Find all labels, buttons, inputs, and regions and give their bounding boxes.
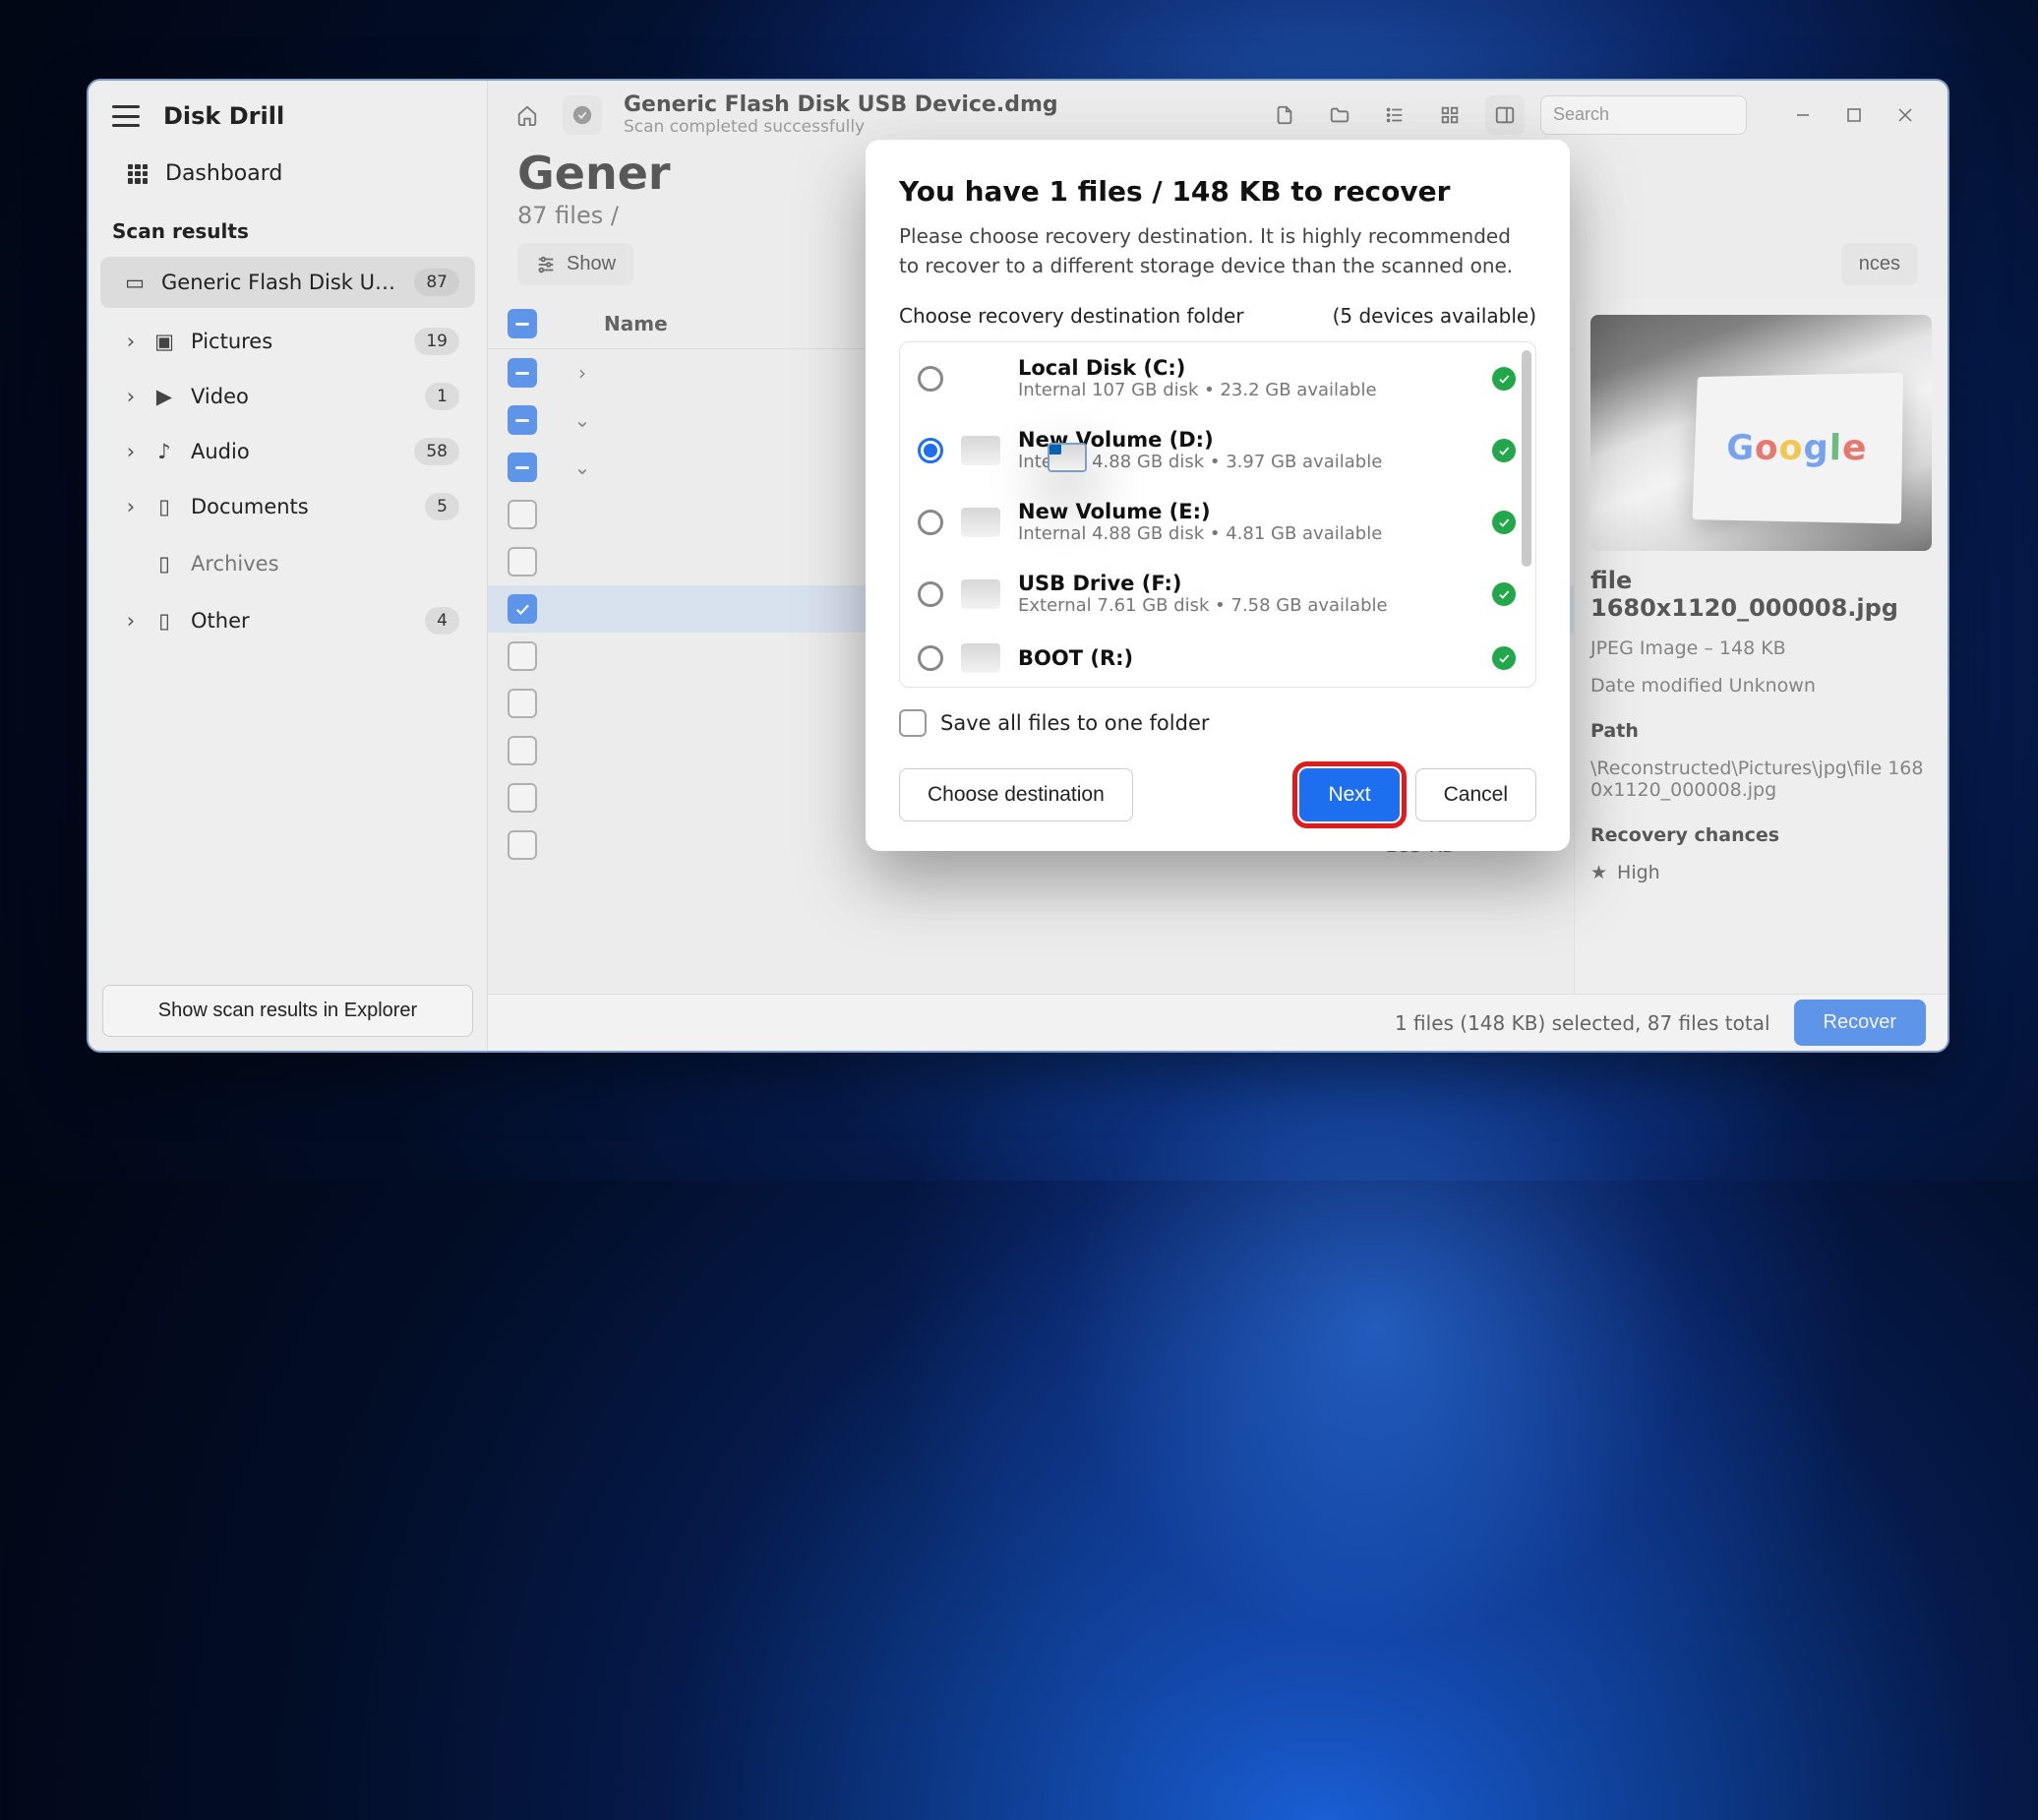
sidebar-item-video[interactable]: › ▶ Video 1 [100,371,475,422]
document-icon: ▯ [153,609,175,633]
modal-overlay: You have 1 files / 148 KB to recover Ple… [488,81,1948,1051]
destination-name: New Volume (E:) [1018,500,1474,523]
status-ok-icon [1492,582,1516,606]
destination-option[interactable]: New Volume (D:)Internal 4.88 GB disk • 3… [900,414,1535,486]
sidebar-item-documents[interactable]: › ▯ Documents 5 [100,481,475,532]
sidebar-item-count: 87 [414,269,459,296]
dialog-description: Please choose recovery destination. It i… [899,221,1536,280]
drive-icon [961,436,1000,465]
status-ok-icon [1492,367,1516,391]
drive-icon: ▭ [124,271,146,294]
archive-icon: ▯ [153,552,175,576]
sidebar-item-count: 4 [425,607,459,635]
drive-icon [961,579,1000,609]
destination-radio[interactable] [918,438,943,463]
destination-radio[interactable] [918,510,943,535]
destination-radio[interactable] [918,645,943,671]
choose-destination-button[interactable]: Choose destination [899,768,1133,821]
chevron-right-icon: › [124,330,138,353]
video-icon: ▶ [153,385,175,408]
sidebar-item-pictures[interactable]: › ▣ Pictures 19 [100,316,475,367]
chevron-right-icon: › [124,440,138,463]
destination-info: External 7.61 GB disk • 7.58 GB availabl… [1018,595,1474,616]
destination-name: USB Drive (F:) [1018,572,1474,595]
chevron-right-icon: › [124,609,138,633]
save-one-label: Save all files to one folder [940,711,1210,735]
devices-available-label: (5 devices available) [1333,304,1536,328]
destination-list: Local Disk (C:)Internal 107 GB disk • 23… [899,341,1536,688]
sidebar-item-label: Audio [191,440,398,463]
sidebar-item-device[interactable]: ▭ Generic Flash Disk USB D… 87 [100,257,475,308]
sidebar-item-label: Generic Flash Disk USB D… [161,271,398,294]
destination-option[interactable]: USB Drive (F:)External 7.61 GB disk • 7.… [900,558,1535,630]
dashboard-icon [128,164,148,184]
sidebar-item-count: 1 [425,383,459,410]
destination-name: BOOT (R:) [1018,646,1474,670]
recovery-destination-dialog: You have 1 files / 148 KB to recover Ple… [866,140,1570,851]
destination-option[interactable]: Local Disk (C:)Internal 107 GB disk • 23… [900,342,1535,414]
sidebar: Disk Drill Dashboard Scan results ▭ Gene… [89,81,488,1051]
sidebar-item-count: 19 [414,328,459,355]
audio-icon: ♪ [153,440,175,463]
document-icon: ▯ [153,495,175,518]
next-button[interactable]: Next [1299,768,1399,821]
sidebar-section-label: Scan results [89,200,487,253]
cancel-button[interactable]: Cancel [1415,768,1536,821]
sidebar-item-count: 58 [414,438,459,465]
chevron-right-icon: › [124,495,138,518]
sidebar-item-label: Documents [191,495,409,518]
destination-option[interactable]: New Volume (E:)Internal 4.88 GB disk • 4… [900,486,1535,558]
choose-destination-label: Choose recovery destination folder [899,304,1244,328]
sidebar-item-label: Video [191,385,409,408]
sidebar-item-label: Pictures [191,330,398,353]
sidebar-item-audio[interactable]: › ♪ Audio 58 [100,426,475,477]
app-title: Disk Drill [163,102,284,130]
destination-info: Internal 4.88 GB disk • 4.81 GB availabl… [1018,523,1474,544]
destination-radio[interactable] [918,581,943,607]
destination-option[interactable]: BOOT (R:) [900,630,1535,687]
sidebar-item-label: Other [191,609,409,633]
chevron-right-icon: › [124,385,138,408]
app-window: Disk Drill Dashboard Scan results ▭ Gene… [87,79,1949,1053]
drive-icon [961,508,1000,537]
sidebar-item-count: 5 [425,493,459,520]
destination-info: Internal 107 GB disk • 23.2 GB available [1018,380,1474,400]
drive-icon [1048,443,1087,472]
save-one-checkbox[interactable] [899,709,927,737]
dashboard-label: Dashboard [165,161,282,186]
sidebar-item-other[interactable]: › ▯ Other 4 [100,595,475,646]
status-ok-icon [1492,439,1516,462]
dialog-title: You have 1 files / 148 KB to recover [899,175,1536,208]
hamburger-icon[interactable] [112,105,140,127]
show-in-explorer-button[interactable]: Show scan results in Explorer [102,985,473,1037]
sidebar-item-label: Archives [191,552,459,576]
sidebar-item-archives[interactable]: ▯ Archives [100,540,475,587]
drive-icon [961,643,1000,673]
main-panel: Generic Flash Disk USB Device.dmg Scan c… [488,81,1948,1051]
destination-name: Local Disk (C:) [1018,356,1474,380]
status-ok-icon [1492,646,1516,670]
picture-icon: ▣ [153,330,175,353]
status-ok-icon [1492,511,1516,534]
save-one-folder-option[interactable]: Save all files to one folder [899,709,1536,737]
scrollbar[interactable] [1522,350,1531,567]
sidebar-item-dashboard[interactable]: Dashboard [89,148,487,200]
destination-radio[interactable] [918,366,943,392]
